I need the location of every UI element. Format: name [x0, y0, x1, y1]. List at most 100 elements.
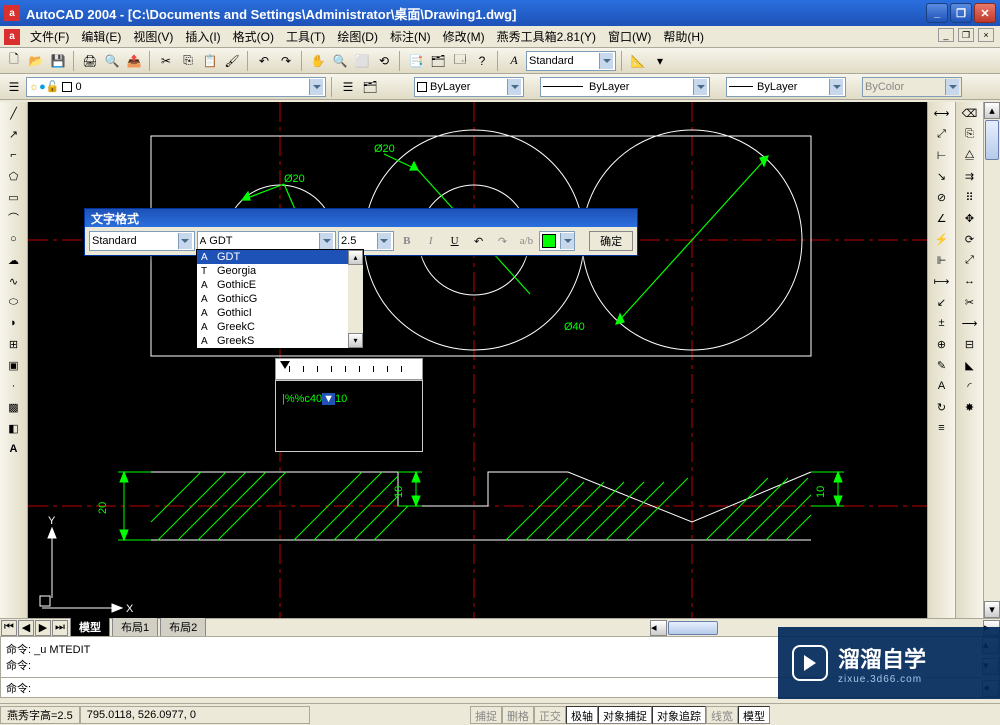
font-item-gothice[interactable]: AGothicE: [197, 278, 363, 292]
properties-button[interactable]: 📑: [406, 51, 426, 71]
model-toggle[interactable]: 模型: [738, 706, 770, 724]
menu-window[interactable]: 窗口(W): [604, 26, 655, 47]
font-item-gdt[interactable]: AGDT: [197, 250, 363, 264]
ellipsearc-tool[interactable]: ◗: [4, 314, 24, 332]
textheight-combo[interactable]: 2.5: [338, 231, 394, 251]
polygon-tool[interactable]: ⬠: [4, 167, 24, 185]
scroll-up-button[interactable]: ▴: [984, 102, 1000, 119]
copy-tool[interactable]: ⎘: [960, 125, 980, 143]
bold-button[interactable]: B: [396, 231, 418, 251]
save-button[interactable]: 💾: [48, 51, 68, 71]
ellipse-tool[interactable]: ⬭: [4, 293, 24, 311]
italic-button[interactable]: I: [420, 231, 442, 251]
ok-button[interactable]: 确定: [589, 231, 633, 251]
osnap-toggle[interactable]: 对象捕捉: [598, 706, 652, 724]
otrack-toggle[interactable]: 对象追踪: [652, 706, 706, 724]
tab-last-button[interactable]: ⏭: [52, 620, 68, 636]
scroll-thumb[interactable]: [985, 120, 999, 160]
redo-button[interactable]: ↷: [276, 51, 296, 71]
tolerance-tool[interactable]: ±: [932, 314, 952, 332]
dim-aligned-tool[interactable]: ⤢: [932, 125, 952, 143]
paste-button[interactable]: 📋: [200, 51, 220, 71]
redo-text-button[interactable]: ↷: [492, 231, 514, 251]
open-button[interactable]: 📂: [26, 51, 46, 71]
mtext-ruler[interactable]: [275, 358, 423, 380]
layer-combo[interactable]: ☼●🔓 0: [26, 77, 326, 97]
menu-edit[interactable]: 编辑(E): [77, 26, 125, 47]
dimstyle-button[interactable]: 📐: [628, 51, 648, 71]
layers-button[interactable]: ☰: [4, 77, 24, 97]
ortho-toggle[interactable]: 正交: [534, 706, 566, 724]
menu-dimension[interactable]: 标注(N): [386, 26, 435, 47]
zoom-realtime-button[interactable]: 🔍: [330, 51, 350, 71]
new-button[interactable]: 🗋: [4, 51, 24, 71]
mtext-tool[interactable]: A: [4, 440, 24, 458]
menu-draw[interactable]: 绘图(D): [333, 26, 382, 47]
polyline-tool[interactable]: ⌐: [4, 146, 24, 164]
menu-view[interactable]: 视图(V): [129, 26, 177, 47]
copy-button[interactable]: ⎘: [178, 51, 198, 71]
break-tool[interactable]: ⊟: [960, 335, 980, 353]
fillet-tool[interactable]: ◜: [960, 377, 980, 395]
dim-ordinate-tool[interactable]: ⊢: [932, 146, 952, 164]
menu-insert[interactable]: 插入(I): [181, 26, 224, 47]
xline-tool[interactable]: ↗: [4, 125, 24, 143]
dimupdate-tool[interactable]: ↻: [932, 398, 952, 416]
menu-yanxiu[interactable]: 燕秀工具箱2.81(Y): [493, 26, 600, 47]
child-minimize-button[interactable]: _: [938, 28, 954, 42]
color-combo[interactable]: ByLayer: [414, 77, 524, 97]
pan-button[interactable]: ✋: [308, 51, 328, 71]
minimize-button[interactable]: _: [926, 3, 948, 23]
snap-toggle[interactable]: 捕捉: [470, 706, 502, 724]
dropdown-icon[interactable]: [693, 79, 707, 95]
layer-previous-button[interactable]: ☰: [338, 77, 358, 97]
dimedit-tool[interactable]: ✎: [932, 356, 952, 374]
mtext-edit-box[interactable]: |%%c40▼10: [275, 380, 423, 452]
menu-help[interactable]: 帮助(H): [659, 26, 708, 47]
text-format-title[interactable]: 文字格式: [85, 209, 637, 227]
tab-layout1[interactable]: 布局1: [112, 618, 158, 637]
maximize-button[interactable]: ❐: [950, 3, 972, 23]
tab-model[interactable]: 模型: [70, 618, 110, 637]
leader-tool[interactable]: ↙: [932, 293, 952, 311]
zoom-window-button[interactable]: ⬜: [352, 51, 372, 71]
revcloud-tool[interactable]: ☁: [4, 251, 24, 269]
help-button[interactable]: ?: [472, 51, 492, 71]
undo-text-button[interactable]: ↶: [468, 231, 490, 251]
matchprop-button[interactable]: 🖌: [222, 51, 242, 71]
fontlist-scrollbar[interactable]: ▴ ▾: [348, 250, 363, 348]
tab-prev-button[interactable]: ◀: [18, 620, 34, 636]
menu-format[interactable]: 格式(O): [229, 26, 278, 47]
dropdown-icon[interactable]: [377, 233, 391, 249]
trim-tool[interactable]: ✂: [960, 293, 980, 311]
canvas-vertical-scrollbar[interactable]: ▴ ▾: [983, 102, 1000, 618]
explode-tool[interactable]: ✸: [960, 398, 980, 416]
dim-linear-tool[interactable]: ⟷: [932, 104, 952, 122]
dim-continue-tool[interactable]: ⟼: [932, 272, 952, 290]
region-tool[interactable]: ◧: [4, 419, 24, 437]
scroll-left-button[interactable]: ◂: [650, 620, 667, 636]
lwt-toggle[interactable]: 线宽: [706, 706, 738, 724]
centermark-tool[interactable]: ⊕: [932, 335, 952, 353]
dropdown-icon[interactable]: ▾: [650, 51, 670, 71]
designcenter-button[interactable]: 🗂: [428, 51, 448, 71]
textstyle-button[interactable]: A: [504, 51, 524, 71]
font-dropdown-list[interactable]: AGDT TGeorgia AGothicE AGothicG AGothicI…: [196, 249, 364, 349]
font-item-georgia[interactable]: TGeorgia: [197, 264, 363, 278]
textcolor-combo[interactable]: [539, 231, 575, 251]
dropdown-icon[interactable]: [599, 53, 613, 69]
line-tool[interactable]: ╱: [4, 104, 24, 122]
menu-tools[interactable]: 工具(T): [282, 26, 329, 47]
textstyle-combo[interactable]: Standard: [89, 231, 195, 251]
toolpalettes-button[interactable]: 🗔: [450, 51, 470, 71]
move-tool[interactable]: ✥: [960, 209, 980, 227]
textstyle-combo[interactable]: Standard: [526, 51, 616, 71]
tab-layout2[interactable]: 布局2: [160, 618, 206, 637]
dimtedit-tool[interactable]: A: [932, 377, 952, 395]
stretch-tool[interactable]: ↔: [960, 272, 980, 290]
tab-next-button[interactable]: ▶: [35, 620, 51, 636]
font-combo[interactable]: AGDT: [197, 231, 336, 251]
dropdown-icon[interactable]: [319, 233, 333, 249]
linetype-combo[interactable]: ByLayer: [540, 77, 710, 97]
stack-button[interactable]: a/b: [515, 231, 537, 251]
